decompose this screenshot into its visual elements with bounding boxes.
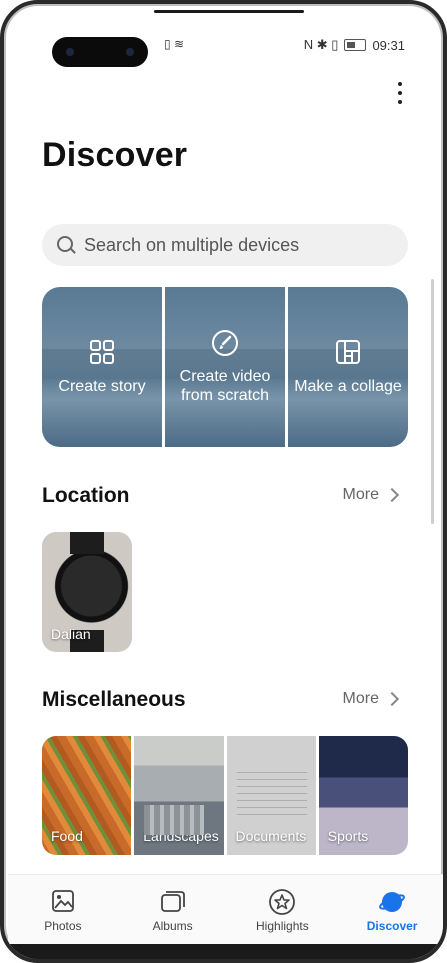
phone-frame: ▯ ≋ N ✱ ▯ 09:31 Discover Search on multi… — [0, 0, 447, 963]
make-collage-button[interactable]: Make a collage — [288, 287, 408, 447]
more-label: More — [342, 486, 379, 503]
sports-card[interactable]: Sports — [318, 736, 408, 855]
device-bottom-bezel — [4, 944, 443, 959]
location-more-link[interactable]: More — [342, 486, 400, 504]
grid-icon — [90, 340, 114, 364]
location-card-label: Dalian — [51, 626, 91, 642]
status-icons: N ✱ ▯ — [303, 37, 339, 52]
create-tiles: Create story Create video from scratch M… — [42, 287, 408, 447]
search-bar[interactable]: Search on multiple devices — [42, 224, 408, 266]
nav-discover-label: Discover — [366, 919, 418, 933]
bottom-navigation: Photos Albums Highlights Discover — [8, 874, 443, 945]
nav-photos[interactable]: Photos — [8, 875, 118, 945]
speaker-slot — [154, 10, 304, 13]
create-story-button[interactable]: Create story — [42, 287, 162, 447]
more-label: More — [342, 690, 379, 707]
search-placeholder: Search on multiple devices — [84, 235, 300, 255]
nav-albums-label: Albums — [152, 919, 193, 933]
collage-icon — [336, 340, 360, 364]
documents-label: Documents — [235, 828, 307, 844]
nav-highlights-label: Highlights — [256, 919, 309, 933]
misc-title: Miscellaneous — [42, 688, 186, 711]
make-collage-label: Make a collage — [294, 378, 402, 395]
create-video-label: Create video from scratch — [179, 368, 271, 404]
page-title: Discover — [42, 136, 188, 174]
location-card[interactable]: Dalian — [42, 532, 132, 652]
photo-icon — [51, 890, 74, 912]
sports-label: Sports — [327, 828, 369, 844]
scrollbar[interactable] — [431, 279, 434, 524]
landscapes-card[interactable]: Landscapes — [134, 736, 224, 855]
status-time: 09:31 — [372, 37, 405, 53]
create-story-label: Create story — [58, 378, 146, 395]
chevron-right-icon — [384, 691, 400, 707]
more-options-icon[interactable] — [394, 82, 406, 110]
food-label: Food — [51, 828, 83, 844]
nav-discover[interactable]: Discover — [337, 875, 443, 945]
documents-card[interactable]: Documents — [226, 736, 316, 855]
landscapes-label: Landscapes — [143, 828, 219, 844]
status-bar-right: N ✱ ▯ 09:31 — [304, 37, 405, 53]
nav-photos-label: Photos — [44, 919, 82, 933]
star-icon — [269, 889, 296, 915]
battery-icon — [344, 39, 367, 51]
nav-highlights[interactable]: Highlights — [228, 875, 338, 945]
chevron-right-icon — [384, 487, 400, 503]
misc-more-link[interactable]: More — [342, 690, 400, 708]
create-video-button[interactable]: Create video from scratch — [165, 287, 285, 447]
status-left-icons: ▯ ≋ — [164, 37, 184, 51]
albums-icon — [160, 891, 185, 912]
location-title: Location — [42, 484, 130, 507]
planet-icon — [379, 892, 406, 912]
front-camera — [52, 37, 148, 67]
nav-albums[interactable]: Albums — [118, 875, 228, 945]
watch-band-top — [70, 532, 104, 554]
brush-icon — [212, 330, 238, 356]
food-card[interactable]: Food — [42, 736, 132, 855]
search-icon — [57, 236, 73, 252]
misc-cards: Food Landscapes Documents Sports — [42, 736, 408, 855]
